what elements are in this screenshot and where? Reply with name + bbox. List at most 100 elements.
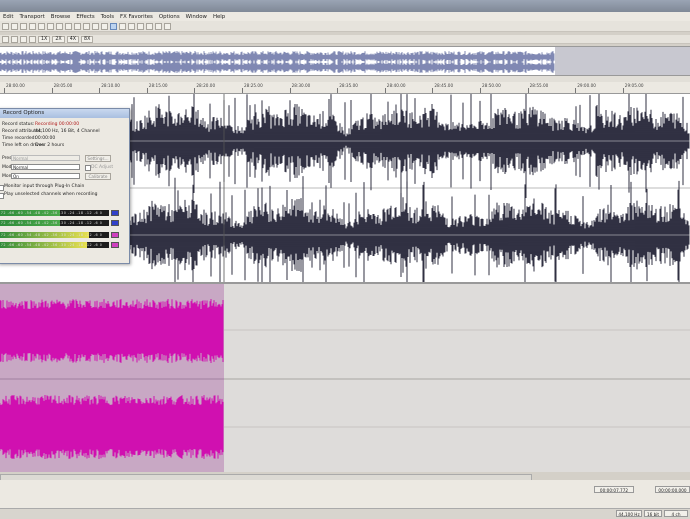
time-recorded-row: Time recorded: 00:00:00 (2, 136, 55, 141)
undo-icon[interactable] (83, 22, 90, 30)
ruler-tick (575, 88, 577, 93)
time-recorded-label: Time recorded: (2, 136, 36, 141)
prev-marker-icon[interactable] (2, 35, 9, 43)
event-tool-icon[interactable] (146, 22, 153, 30)
copy-icon[interactable] (47, 22, 54, 30)
input-level-meter: -72 -66 -60 -54 -48 -42 -36 -30 -24 -18 … (0, 242, 109, 248)
cursor-position: 00:00:07.772 (594, 486, 634, 493)
meter-channel-label: 3/4 (101, 232, 108, 237)
window-titlebar (0, 0, 690, 12)
monitor-plugin-label: Monitor input through Plug-In Chain (4, 184, 85, 189)
meter-channel-label: 1/2 (101, 210, 108, 215)
arm-channel-button[interactable] (111, 210, 119, 216)
ruler-tick (480, 88, 481, 93)
preset-select[interactable]: Normal (11, 155, 80, 161)
record-status-row: Record status: Recording 00:00:00 (2, 122, 79, 127)
overview-waveform (0, 47, 690, 75)
waveform-overview[interactable] (0, 46, 690, 76)
recording-channel-waveform (0, 299, 224, 363)
zoom-8x-button[interactable]: 8X (81, 35, 94, 43)
redo-icon[interactable] (92, 22, 99, 30)
record-status-label: Record status: (2, 122, 35, 127)
sample-rate-status: 44,100 Hz (616, 510, 642, 517)
time-left-value: Over 2 hours (35, 143, 65, 148)
meter-scale: -72 -66 -60 -54 -48 -42 -36 -30 -24 -18 … (0, 233, 103, 237)
meter-scale: -72 -66 -60 -54 -48 -42 -36 -30 -24 -18 … (0, 243, 103, 247)
record-attr-value: 44,100 Hz, 16 Bit, 4 Channel (35, 129, 100, 134)
menu-effects[interactable]: Effects (73, 14, 97, 20)
dc-adjust-label: DC Adjust (91, 165, 114, 170)
selection-length: 00:00:00.000 (655, 486, 690, 493)
cut-icon[interactable] (38, 22, 45, 30)
next-marker-icon[interactable] (11, 35, 18, 43)
zoom-1x-button[interactable]: 1X (38, 35, 51, 43)
menu-window[interactable]: Window (183, 14, 210, 20)
meter-channel-label: 3/4 (101, 242, 108, 247)
save-icon[interactable] (20, 22, 27, 30)
ruler-tick (242, 88, 243, 93)
paste-icon[interactable] (56, 22, 63, 30)
ruler-tick (4, 88, 5, 93)
menu-transport[interactable]: Transport (16, 14, 47, 20)
loop-icon[interactable] (20, 35, 27, 43)
record-attr-row: Record attributes: 44,100 Hz, 16 Bit, 4 … (2, 129, 100, 134)
ruler-tick (289, 88, 291, 93)
trim-icon[interactable] (74, 22, 81, 30)
menu-edit[interactable]: Edit (0, 14, 16, 20)
arm-channel-button[interactable] (111, 242, 119, 248)
menu-help[interactable]: Help (210, 14, 228, 20)
repeat-icon[interactable] (101, 22, 108, 30)
open-file-icon[interactable] (11, 22, 18, 30)
menu-options[interactable]: Options (156, 14, 183, 20)
dialog-title: Record Options (0, 109, 129, 118)
ruler-tick (99, 88, 101, 93)
ruler-tick (527, 88, 529, 93)
ruler-tick-label: 29:05.00 (624, 83, 644, 88)
secondary-toolbar: 1X 2X 4X 8X (0, 35, 690, 44)
zoom-2x-button[interactable]: 2X (52, 35, 65, 43)
zoom-4x-button[interactable]: 4X (66, 35, 80, 43)
envelope-tool-icon[interactable] (137, 22, 144, 30)
render-icon[interactable] (29, 22, 36, 30)
ruler-tick-label: 28:40.00 (386, 83, 406, 88)
time-left-row: Time left on drives: Over 2 hours (2, 143, 64, 148)
arm-channel-button[interactable] (111, 220, 119, 226)
menu-bar: Edit Transport Browse Effects Tools FX F… (0, 12, 690, 21)
ruler-tick (432, 88, 434, 93)
input-level-meter: -72 -66 -60 -54 -48 -42 -36 -30 -24 -18 … (0, 220, 109, 226)
meter-scale: -72 -66 -60 -54 -48 -42 -36 -30 -24 -18 … (0, 221, 103, 225)
time-ruler[interactable]: 28:00.00 28:05.00 28:10.00 28:15.00 28:20.00… (0, 82, 690, 94)
pencil-tool-icon[interactable] (128, 22, 135, 30)
ruler-tick-label: 28:20.00 (196, 83, 216, 88)
refresh-icon[interactable] (164, 22, 171, 30)
ruler-tick-label: 28:00.00 (6, 83, 25, 88)
mode-select[interactable]: Normal (11, 164, 80, 170)
status-bar: 00:00:07.772 00:00:00.000 (0, 480, 690, 508)
ruler-tick (146, 88, 148, 93)
new-file-icon[interactable] (2, 22, 9, 30)
menu-browse[interactable]: Browse (48, 14, 74, 20)
ruler-tick-label: 28:55.00 (529, 83, 549, 88)
record-status-value: Recording 00:00:00 (35, 122, 80, 127)
play-unselected-label: Play unselected channels when recording (4, 192, 98, 197)
ruler-tick (51, 88, 53, 93)
mix-paste-icon[interactable] (65, 22, 72, 30)
magnify-tool-icon[interactable] (119, 22, 126, 30)
snap-icon[interactable] (29, 35, 36, 43)
calibrate-button[interactable]: Calibrate (85, 173, 111, 180)
scrub-tool-icon[interactable] (155, 22, 162, 30)
ruler-tick-label: 28:30.00 (291, 83, 311, 88)
menu-tools[interactable]: Tools (98, 14, 117, 20)
monitor-select[interactable]: On (11, 173, 80, 179)
input-level-meter: -72 -66 -60 -54 -48 -42 -36 -30 -24 -18 … (0, 232, 109, 238)
arm-channel-button[interactable] (111, 232, 119, 238)
main-toolbar (0, 21, 690, 32)
ruler-tick-label: 28:15.00 (148, 83, 168, 88)
ruler-tick (194, 88, 196, 93)
ruler-tick (384, 88, 386, 93)
ruler-tick (622, 88, 624, 93)
edit-tool-icon[interactable] (110, 22, 117, 30)
menu-fx-favorites[interactable]: FX Favorites (117, 14, 156, 20)
settings-button[interactable]: Settings... (85, 155, 111, 162)
input-level-meter: -72 -66 -60 -54 -48 -42 -36 -30 -24 -18 … (0, 210, 109, 216)
